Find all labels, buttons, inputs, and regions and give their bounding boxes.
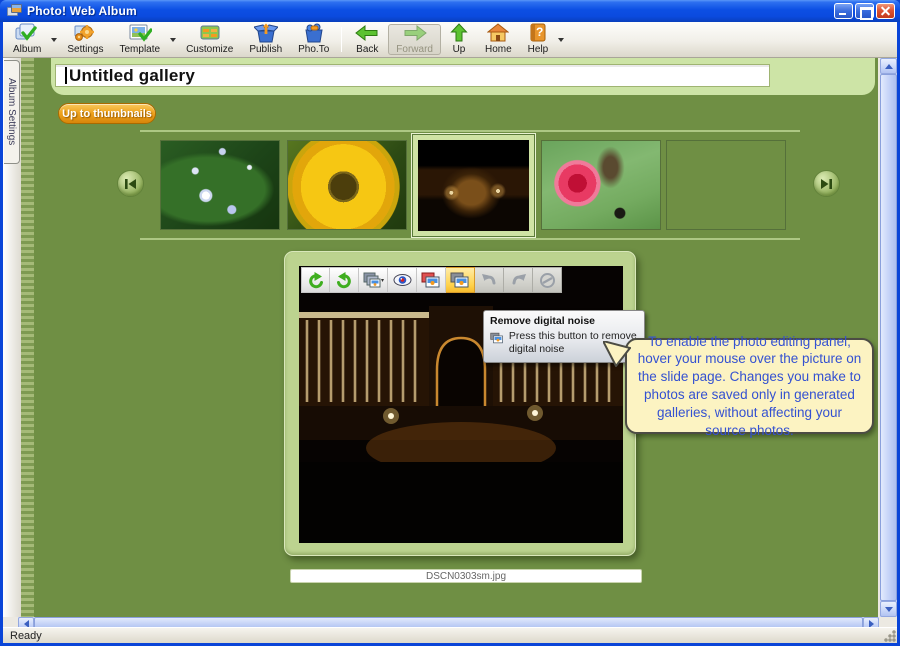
thumbnail-colosseum[interactable] — [666, 140, 786, 230]
enhance-colors-button[interactable] — [417, 267, 446, 293]
help-button[interactable]: ? Help — [520, 24, 557, 55]
photo-service-label: Pho.To — [298, 44, 329, 55]
rotate-right-button[interactable] — [330, 267, 359, 293]
customize-icon — [198, 23, 222, 43]
customize-button[interactable]: Customize — [178, 24, 241, 55]
template-dropdown-icon[interactable] — [170, 38, 176, 42]
red-eye-removal-button[interactable] — [388, 267, 417, 293]
gallery-preview-page: Untitled gallery Up to thumbnails — [21, 58, 878, 617]
filename-bar: DSCN0303sm.jpg — [290, 569, 642, 583]
thumbnail-sunflower[interactable] — [287, 140, 407, 230]
gallery-title-value: Untitled gallery — [69, 66, 195, 86]
forward-label: Forward — [396, 44, 433, 55]
hint-callout: To enable the photo editing panel, hover… — [625, 338, 874, 434]
cancel-editing-button — [533, 267, 562, 293]
redo-button — [504, 267, 533, 293]
up-to-thumbnails-label: Up to thumbnails — [62, 108, 152, 120]
callout-tail — [603, 341, 631, 367]
vertical-scroll-thumb[interactable] — [880, 74, 897, 601]
customize-label: Customize — [186, 44, 233, 55]
up-to-thumbnails-button[interactable]: Up to thumbnails — [58, 103, 156, 124]
scroll-up-button[interactable] — [880, 58, 897, 74]
title-bar[interactable]: Photo! Web Album — [0, 0, 900, 22]
forward-arrow-icon — [402, 23, 428, 43]
photo-edit-toolbar — [301, 267, 562, 293]
thumbnail-selected-frame[interactable] — [411, 133, 536, 238]
home-icon — [487, 23, 509, 43]
hint-callout-text: To enable the photo editing panel, hover… — [636, 333, 863, 440]
filmstrip-last-button[interactable] — [813, 170, 840, 197]
window-frame: Album Settings Template Customize — [3, 22, 897, 643]
help-icon: ? — [528, 23, 548, 43]
maximize-button[interactable] — [855, 3, 874, 19]
up-triangle-icon — [885, 64, 893, 69]
thumbnail-night-arch[interactable] — [418, 140, 529, 231]
album-dropdown-icon[interactable] — [51, 38, 57, 42]
publish-icon — [254, 23, 278, 43]
settings-icon — [73, 23, 97, 43]
left-gutter: Album Settings — [3, 58, 21, 617]
tooltip-title: Remove digital noise — [490, 315, 638, 327]
slide-photo[interactable]: Remove digital noise Press this button t… — [299, 266, 623, 543]
scroll-down-button[interactable] — [880, 601, 897, 617]
gallery-title-input[interactable]: Untitled gallery — [55, 64, 770, 87]
undo-button — [475, 267, 504, 293]
up-label: Up — [453, 44, 466, 55]
back-label: Back — [356, 44, 378, 55]
help-label: Help — [528, 44, 549, 55]
filename-text: DSCN0303sm.jpg — [426, 571, 506, 582]
remove-noise-button[interactable] — [446, 267, 475, 293]
album-settings-tab-label: Album Settings — [6, 78, 17, 145]
up-button[interactable]: Up — [441, 24, 477, 55]
photo-sizes-button[interactable] — [359, 267, 388, 293]
filmstrip-top-rule — [140, 130, 800, 132]
album-icon — [15, 23, 39, 43]
home-label: Home — [485, 44, 512, 55]
vertical-scrollbar[interactable] — [880, 58, 897, 617]
help-question-glyph: ? — [536, 25, 543, 39]
status-bar: Ready — [3, 627, 897, 643]
forward-button: Forward — [388, 24, 441, 55]
home-button[interactable]: Home — [477, 24, 520, 55]
window-title: Photo! Web Album — [27, 4, 137, 18]
publish-button[interactable]: Publish — [241, 24, 290, 55]
minimize-button[interactable] — [834, 3, 853, 19]
template-label: Template — [120, 44, 161, 55]
publish-label: Publish — [249, 44, 282, 55]
resize-grip[interactable] — [883, 629, 896, 642]
status-text: Ready — [10, 630, 42, 642]
album-button[interactable]: Album — [5, 24, 49, 55]
page-edge-stripes — [21, 58, 34, 617]
close-button[interactable] — [876, 3, 895, 19]
toolbar-separator — [341, 27, 342, 52]
rotate-left-button[interactable] — [301, 267, 330, 293]
app-icon — [7, 4, 23, 18]
album-label: Album — [13, 44, 41, 55]
thumbnail-hibiscus[interactable] — [541, 140, 661, 230]
album-settings-tab[interactable]: Album Settings — [4, 60, 20, 164]
down-triangle-icon — [885, 607, 893, 612]
settings-label: Settings — [67, 44, 103, 55]
photo-service-button[interactable]: Pho.To — [290, 24, 337, 55]
main-toolbar: Album Settings Template Customize — [3, 22, 897, 58]
app-window: Photo! Web Album Album Settings — [0, 0, 900, 646]
thumbnail-leaves[interactable] — [160, 140, 280, 230]
back-arrow-icon — [354, 23, 380, 43]
settings-button[interactable]: Settings — [59, 24, 111, 55]
photo-box-icon — [302, 23, 326, 43]
text-caret — [65, 67, 67, 84]
remove-noise-icon — [490, 330, 504, 346]
filmstrip-first-button[interactable] — [117, 170, 144, 197]
back-button[interactable]: Back — [346, 24, 388, 55]
slide-photo-panel: Remove digital noise Press this button t… — [284, 251, 636, 556]
template-icon — [128, 23, 152, 43]
filmstrip-bottom-rule — [140, 238, 800, 240]
template-button[interactable]: Template — [112, 24, 169, 55]
up-arrow-icon — [449, 23, 469, 43]
help-dropdown-icon[interactable] — [558, 38, 564, 42]
